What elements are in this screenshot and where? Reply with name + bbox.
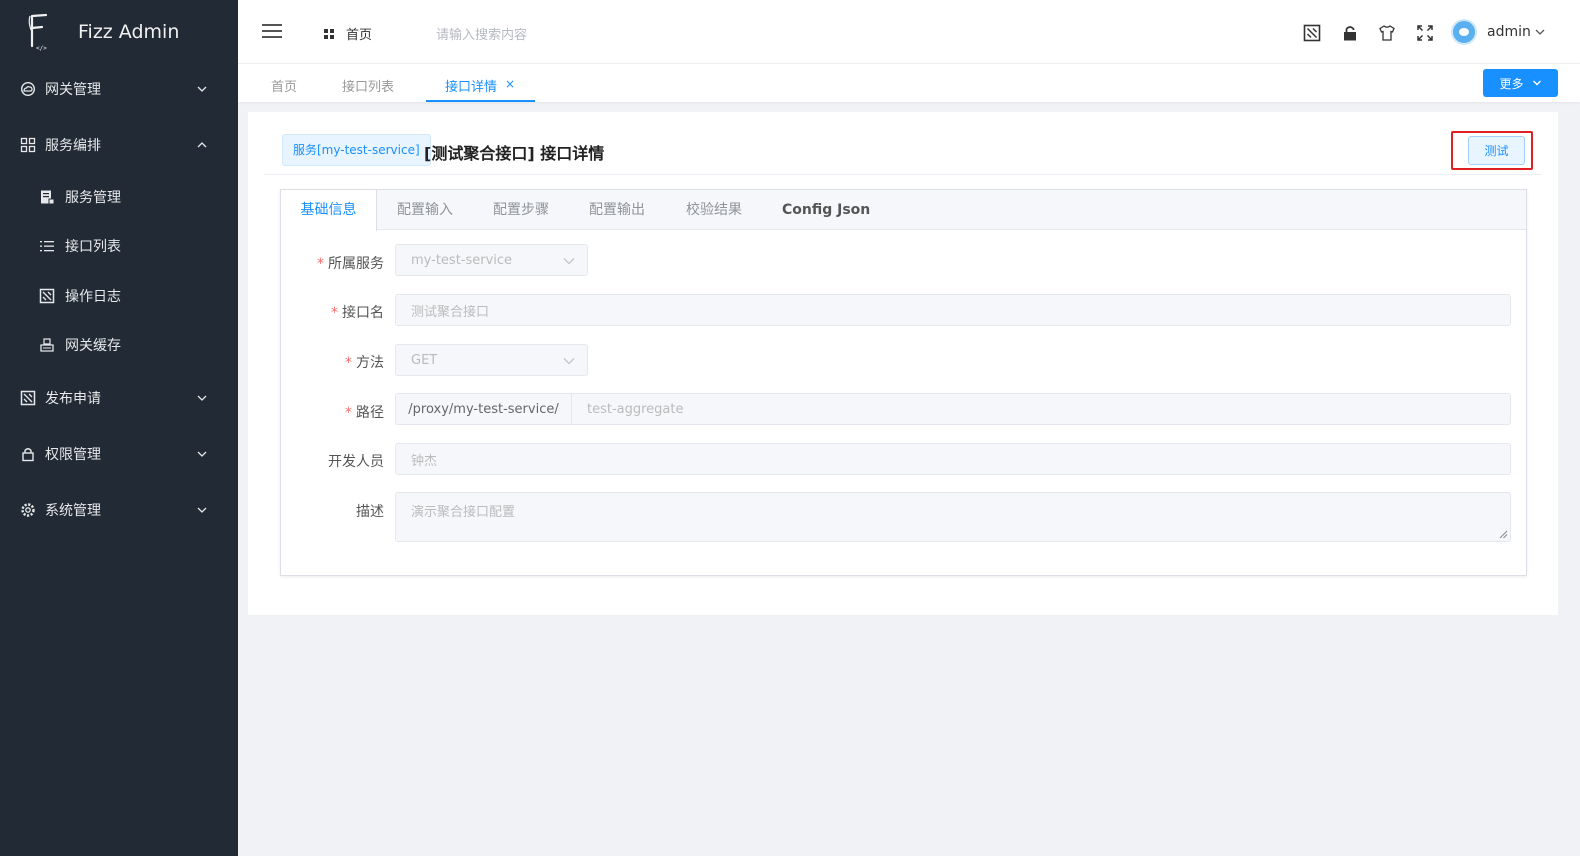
fullscreen-icon[interactable] <box>1416 24 1434 42</box>
brand[interactable]: </> Fizz Admin <box>0 0 238 64</box>
method-label: * 方法 <box>345 355 384 371</box>
sidebar-item-label: 服务编排 <box>45 138 101 154</box>
hamburger-menu-icon[interactable] <box>262 22 282 40</box>
page-tab-api-list[interactable]: 接口列表 <box>342 76 394 95</box>
sidebar-item-label: 发布申请 <box>45 391 101 407</box>
username[interactable]: admin <box>1487 24 1531 40</box>
page-tabs-bar: 首页 接口列表 接口详情 × 更多 <box>238 64 1580 102</box>
list-icon <box>40 241 54 252</box>
search-input[interactable]: 请输入搜索内容 <box>436 24 527 43</box>
developer-value: 钟杰 <box>411 453 438 469</box>
detail-tabs-panel: 基础信息 配置输入 配置步骤 配置输出 校验结果 Config Json * 所属… <box>280 189 1527 576</box>
chevron-up-icon <box>197 142 207 148</box>
resize-handle-icon[interactable] <box>1499 530 1508 539</box>
api-name-field[interactable]: 测试聚合接口 <box>395 294 1511 326</box>
lock-icon <box>22 448 34 462</box>
sidebar-item-orchestration[interactable]: 服务编排 <box>0 117 238 173</box>
publish-icon[interactable] <box>1303 24 1321 42</box>
test-button[interactable]: 测试 <box>1468 136 1525 165</box>
chevron-down-icon[interactable] <box>1534 26 1546 38</box>
sidebar: </> Fizz Admin 网关管理 服务编排 服务管理 接口列表 操作日志 … <box>0 0 238 856</box>
sidebar-item-gateway[interactable]: 网关管理 <box>0 61 238 117</box>
name-label: * 接口名 <box>331 305 384 321</box>
service-select[interactable]: my-test-service <box>395 244 588 276</box>
description-textarea[interactable]: 演示聚合接口配置 <box>395 492 1511 542</box>
publish-icon <box>20 390 36 406</box>
server-doc-icon <box>41 190 55 205</box>
sidebar-item-service-management[interactable]: 服务管理 <box>0 172 238 222</box>
page-tab-home[interactable]: 首页 <box>271 76 297 95</box>
path-label: * 路径 <box>345 405 384 421</box>
tab-config-steps[interactable]: 配置步骤 <box>493 190 549 230</box>
page-title: [测试聚合接口] 接口详情 <box>424 144 605 163</box>
tab-config-output[interactable]: 配置输出 <box>589 190 645 230</box>
close-icon[interactable]: × <box>505 77 515 91</box>
sidebar-item-publish[interactable]: 发布申请 <box>0 370 238 426</box>
chevron-down-icon <box>197 395 207 401</box>
chevron-down-icon <box>197 86 207 92</box>
sidebar-item-label: 网关缓存 <box>65 338 121 354</box>
method-select[interactable]: GET <box>395 344 588 376</box>
tab-config-json[interactable]: Config Json <box>782 190 870 230</box>
sidebar-item-label: 接口列表 <box>65 239 121 255</box>
more-button[interactable]: 更多 <box>1483 69 1558 97</box>
divider <box>264 174 1542 175</box>
fizz-logo-icon: </> <box>28 13 47 52</box>
api-name-value: 测试聚合接口 <box>411 304 490 320</box>
sidebar-item-gateway-cache[interactable]: 网关缓存 <box>0 320 238 370</box>
developer-field[interactable]: 钟杰 <box>395 443 1511 475</box>
sidebar-item-api-list[interactable]: 接口列表 <box>0 221 238 271</box>
tab-validation-result[interactable]: 校验结果 <box>686 190 742 230</box>
active-tab-indicator <box>426 100 535 102</box>
gear-icon <box>21 503 35 517</box>
developer-label: 开发人员 <box>328 454 384 470</box>
app-name: Fizz Admin <box>78 21 180 43</box>
cache-icon <box>40 338 54 352</box>
path-value: test-aggregate <box>587 401 684 417</box>
service-label: * 所属服务 <box>317 256 384 272</box>
tab-config-input[interactable]: 配置输入 <box>397 190 453 230</box>
top-header: 首页 请输入搜索内容 admin <box>238 0 1580 64</box>
description-label: 描述 <box>356 504 384 520</box>
chevron-down-icon <box>563 358 575 365</box>
api-detail-card: 服务[my-test-service] [测试聚合接口] 接口详情 测试 基础信… <box>248 112 1558 615</box>
more-button-label: 更多 <box>1499 76 1524 91</box>
tab-basic-info[interactable]: 基础信息 <box>281 190 377 231</box>
chevron-down-icon <box>563 258 575 265</box>
description-value: 演示聚合接口配置 <box>411 505 516 520</box>
sidebar-item-operation-log[interactable]: 操作日志 <box>0 271 238 321</box>
sidebar-item-label: 服务管理 <box>65 190 121 206</box>
breadcrumb-home[interactable]: 首页 <box>324 24 372 43</box>
sidebar-item-label: 权限管理 <box>45 447 101 463</box>
sidebar-item-label: 网关管理 <box>45 82 101 98</box>
grid-icon <box>20 137 36 153</box>
chevron-down-icon <box>1532 80 1541 86</box>
svg-text:</>: </> <box>36 45 47 52</box>
avatar[interactable] <box>1451 19 1477 45</box>
sidebar-item-system[interactable]: 系统管理 <box>0 482 238 538</box>
method-value: GET <box>411 352 438 368</box>
sidebar-item-permission[interactable]: 权限管理 <box>0 426 238 482</box>
sidebar-item-label: 系统管理 <box>45 503 101 519</box>
grid-icon <box>324 28 334 39</box>
sidebar-item-label: 操作日志 <box>65 289 121 305</box>
lock-icon[interactable] <box>1341 24 1359 42</box>
detail-tabs: 基础信息 配置输入 配置步骤 配置输出 校验结果 Config Json <box>281 190 1526 231</box>
chevron-down-icon <box>197 507 207 513</box>
shirt-icon[interactable] <box>1378 24 1396 42</box>
path-prefix: /proxy/my-test-service/ <box>395 393 572 425</box>
cloud-icon <box>20 81 36 97</box>
path-field[interactable]: test-aggregate <box>571 393 1511 425</box>
service-tag: 服务[my-test-service] <box>282 134 431 166</box>
page-tab-api-detail[interactable]: 接口详情 <box>445 76 497 95</box>
log-icon <box>39 288 55 304</box>
service-value: my-test-service <box>411 252 513 268</box>
home-label: 首页 <box>346 28 373 43</box>
chevron-down-icon <box>197 451 207 457</box>
